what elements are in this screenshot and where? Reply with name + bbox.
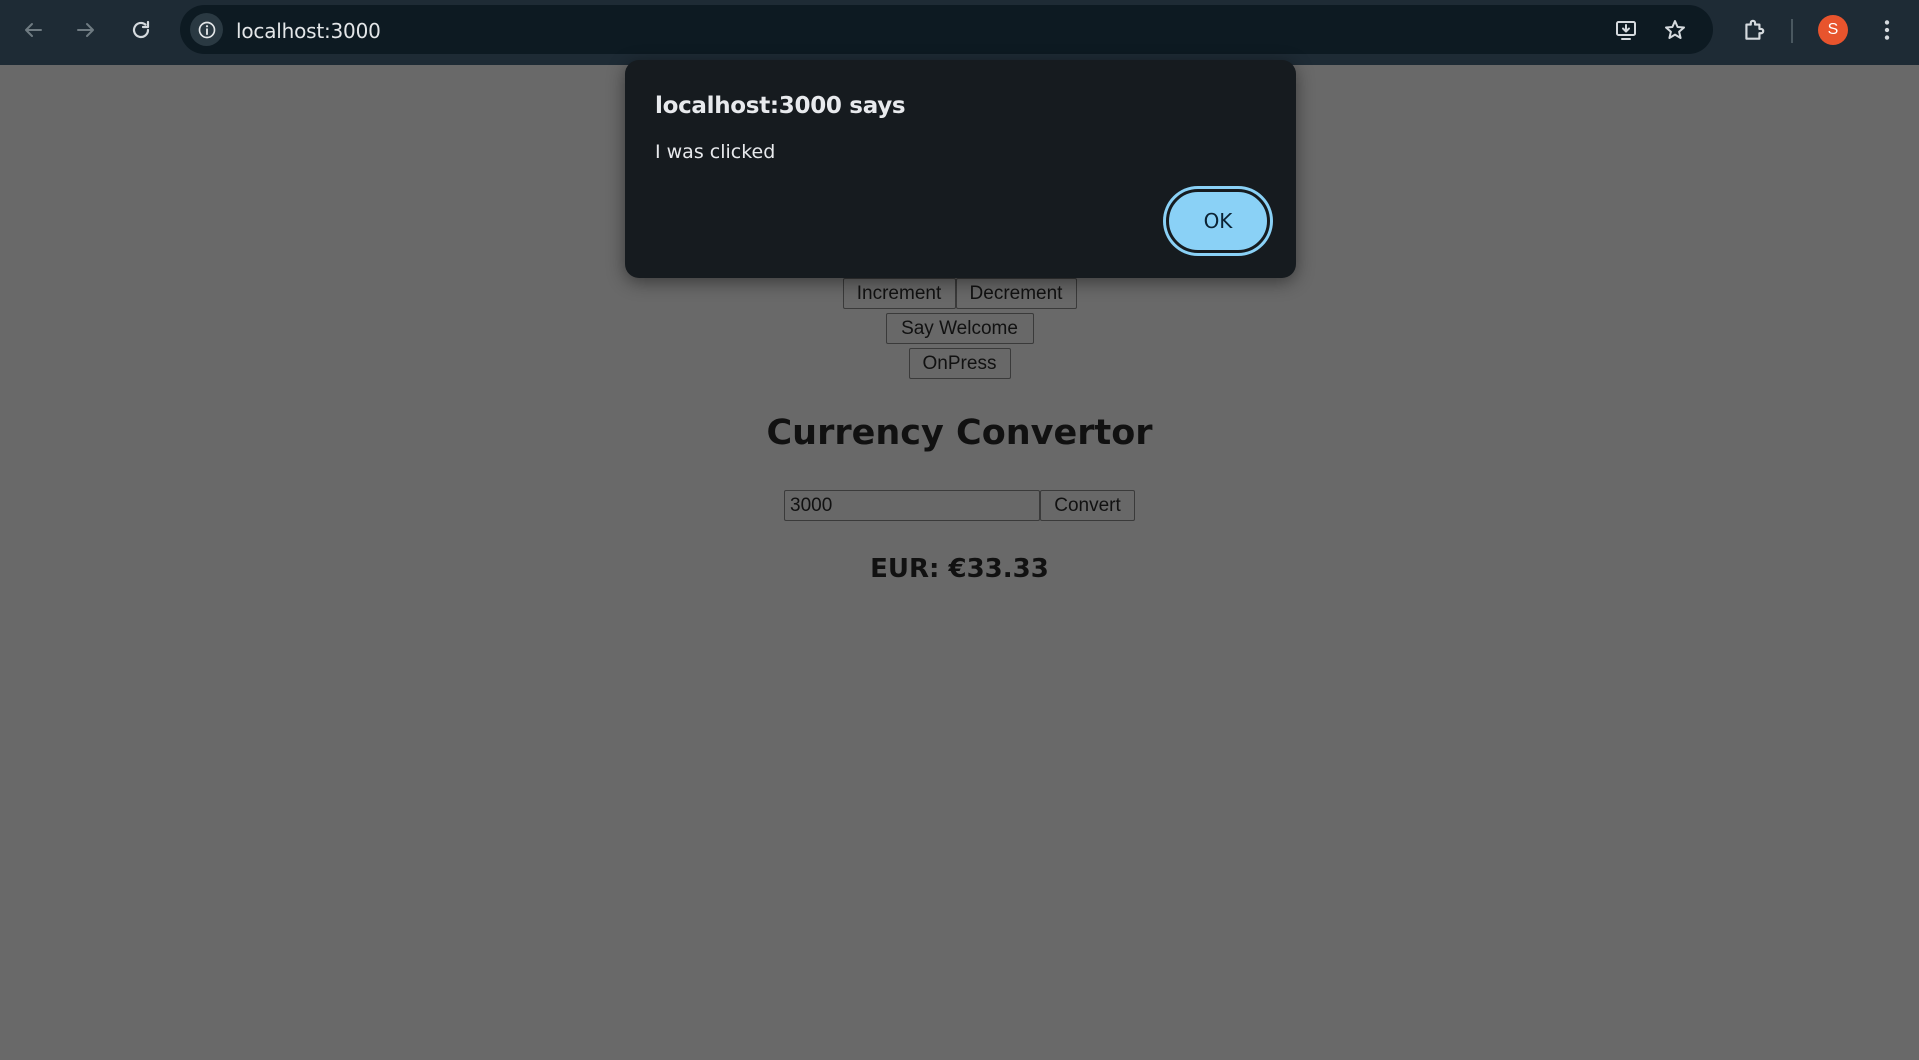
puzzle-icon: [1745, 19, 1765, 40]
page-title: Currency Convertor: [766, 413, 1153, 453]
onpress-row: OnPress: [0, 348, 1919, 379]
site-info-button[interactable]: [190, 13, 223, 46]
profile-avatar[interactable]: S: [1818, 15, 1848, 45]
amount-input[interactable]: [784, 490, 1040, 521]
install-app-button[interactable]: [1613, 17, 1639, 43]
kebab-menu-icon: [1884, 20, 1890, 40]
converter-form: Convert: [0, 490, 1919, 521]
welcome-row: Say Welcome: [0, 313, 1919, 344]
bookmark-button[interactable]: [1662, 17, 1688, 43]
ok-button[interactable]: OK: [1166, 189, 1270, 253]
browser-toolbar: localhost:3000 S: [0, 0, 1919, 65]
counter-buttons: Increment Decrement: [0, 278, 1919, 309]
arrow-left-icon: [25, 23, 42, 37]
reload-icon: [132, 20, 150, 39]
say-welcome-button[interactable]: Say Welcome: [885, 313, 1034, 344]
star-icon: [1665, 20, 1685, 39]
reload-button[interactable]: [122, 11, 160, 49]
back-button[interactable]: [14, 11, 52, 49]
info-icon: [198, 21, 215, 38]
convert-button[interactable]: Convert: [1040, 490, 1135, 521]
browser-menu-button[interactable]: [1873, 16, 1901, 44]
extensions-button[interactable]: [1740, 16, 1768, 44]
toolbar-divider: [1791, 19, 1793, 43]
address-bar[interactable]: localhost:3000: [180, 5, 1713, 54]
dialog-message: I was clicked: [655, 141, 776, 163]
onpress-button[interactable]: OnPress: [908, 348, 1011, 379]
url-text[interactable]: localhost:3000: [236, 19, 381, 43]
dialog-title: localhost:3000 says: [655, 93, 906, 119]
decrement-button[interactable]: Decrement: [955, 278, 1077, 309]
install-app-icon: [1616, 21, 1636, 40]
increment-button[interactable]: Increment: [842, 278, 956, 309]
forward-button[interactable]: [67, 11, 105, 49]
conversion-result: EUR: €33.33: [870, 554, 1049, 584]
arrow-right-icon: [77, 23, 94, 37]
